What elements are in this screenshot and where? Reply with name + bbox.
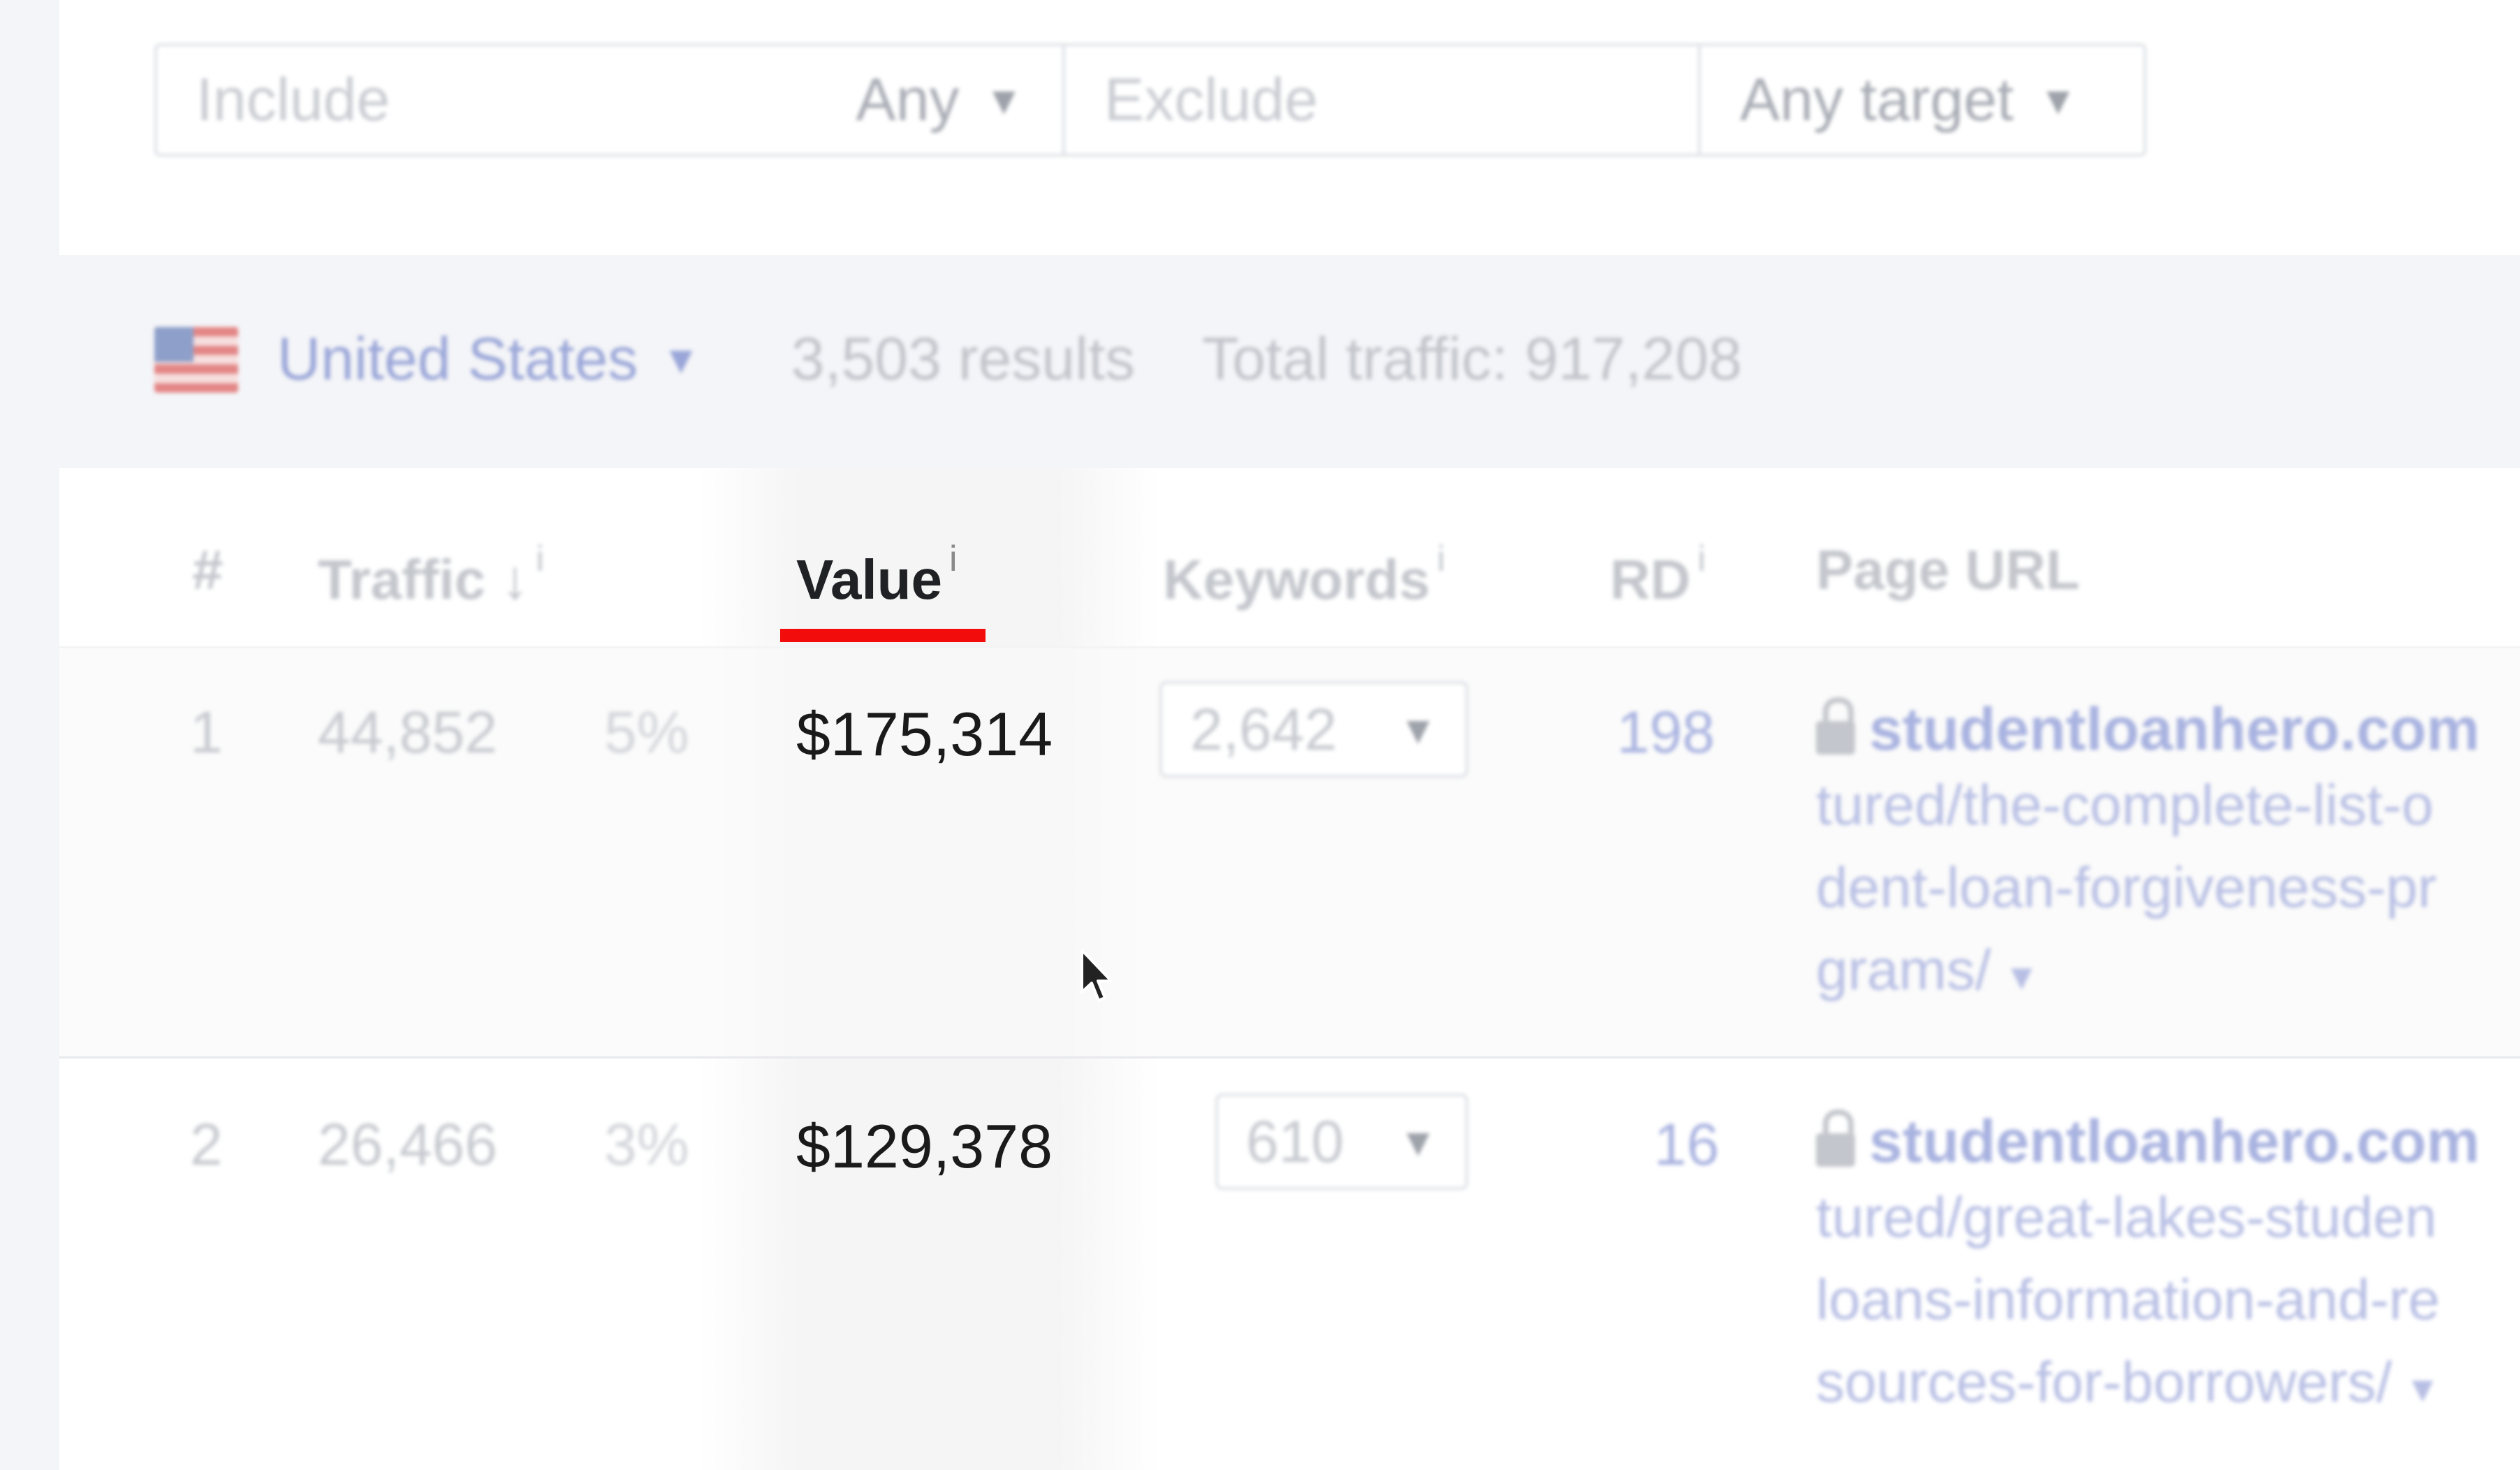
keywords-count: 2,642 bbox=[1190, 696, 1338, 762]
include-mode-label: Any bbox=[856, 66, 960, 133]
row-referring-domains[interactable]: 198 bbox=[1617, 699, 1715, 766]
url-path-line: grams/ bbox=[1816, 938, 1991, 1002]
left-sidebar-strip bbox=[0, 0, 59, 1470]
keywords-count: 610 bbox=[1246, 1108, 1345, 1174]
row-page-url: studentloanhero.com tured/great-lakes-st… bbox=[1816, 1107, 2520, 1431]
row-value: $129,378 bbox=[796, 1112, 1053, 1181]
chevron-down-icon: ▼ bbox=[661, 337, 701, 381]
us-flag-icon bbox=[154, 326, 238, 393]
url-path-last[interactable]: grams/ ▼ bbox=[1816, 929, 2520, 1019]
url-path-line[interactable]: dent-loan-forgiveness-pr bbox=[1816, 847, 2520, 929]
country-dropdown[interactable]: United States ▼ bbox=[277, 325, 701, 394]
filter-bar: Include Any ▼ Exclude Any target ▼ bbox=[154, 43, 2146, 157]
row-traffic: 44,852 bbox=[318, 699, 497, 765]
header-rd[interactable]: RD i bbox=[1610, 538, 1706, 612]
url-path-line[interactable]: loans-information-and-re bbox=[1816, 1259, 2520, 1341]
url-domain: studentloanhero.com bbox=[1869, 696, 2480, 763]
chevron-down-icon: ▼ bbox=[1398, 1119, 1437, 1164]
url-path-last[interactable]: sources-for-borrowers/ ▼ bbox=[1816, 1341, 2520, 1431]
header-traffic[interactable]: Traffic ↓ i bbox=[318, 538, 544, 612]
row-number: 2 bbox=[190, 1112, 223, 1177]
url-domain: studentloanhero.com bbox=[1869, 1108, 2480, 1175]
info-icon[interactable]: i bbox=[536, 539, 544, 579]
url-path-line[interactable]: tured/great-lakes-studen bbox=[1816, 1177, 2520, 1259]
header-rd-label: RD bbox=[1610, 548, 1691, 611]
info-icon[interactable]: i bbox=[1698, 539, 1706, 579]
table-header: # Traffic ↓ i Value i Keywords i RD i Page U… bbox=[59, 468, 2520, 648]
chevron-down-icon[interactable]: ▼ bbox=[2004, 957, 2039, 998]
include-placeholder: Include bbox=[196, 66, 390, 133]
lock-icon bbox=[1816, 697, 1855, 755]
header-value-label: Value bbox=[796, 548, 943, 611]
target-label: Any target bbox=[1740, 66, 2014, 133]
target-dropdown[interactable]: Any target ▼ bbox=[1701, 46, 2144, 154]
header-keywords-label: Keywords bbox=[1163, 548, 1430, 611]
header-page-url[interactable]: Page URL bbox=[1816, 538, 2080, 602]
results-summary-bar: United States ▼ 3,503 results Total traf… bbox=[59, 255, 2520, 468]
exclude-field[interactable]: Exclude bbox=[1065, 46, 1701, 154]
results-count: 3,503 results bbox=[791, 326, 1136, 393]
include-field[interactable]: Include Any ▼ bbox=[157, 46, 1065, 154]
row-referring-domains[interactable]: 16 bbox=[1654, 1111, 1719, 1179]
url-domain-link[interactable]: studentloanhero.com bbox=[1816, 1107, 2520, 1177]
keywords-dropdown[interactable]: 610 ▼ bbox=[1215, 1093, 1468, 1190]
header-number: # bbox=[192, 539, 224, 601]
keywords-dropdown[interactable]: 2,642 ▼ bbox=[1159, 681, 1468, 778]
table-row: 2 26,466 3% $129,378 610 ▼ 16 studentloa… bbox=[59, 1058, 2520, 1470]
active-sort-underline bbox=[780, 629, 986, 642]
chevron-down-icon: ▼ bbox=[984, 78, 1023, 122]
url-domain-link[interactable]: studentloanhero.com bbox=[1816, 695, 2520, 764]
table-row: 1 44,852 5% $175,314 2,642 ▼ 198 student… bbox=[59, 646, 2520, 1058]
row-traffic: 26,466 bbox=[318, 1112, 497, 1177]
chevron-down-icon: ▼ bbox=[1398, 707, 1437, 752]
exclude-placeholder: Exclude bbox=[1104, 66, 1318, 133]
row-traffic-percent: 3% bbox=[604, 1112, 689, 1177]
include-mode-dropdown[interactable]: Any ▼ bbox=[856, 66, 1023, 135]
header-traffic-label: Traffic ↓ bbox=[318, 548, 529, 611]
info-icon[interactable]: i bbox=[1437, 539, 1445, 579]
info-icon[interactable]: i bbox=[949, 539, 958, 579]
chevron-down-icon: ▼ bbox=[2039, 78, 2078, 122]
country-label: United States bbox=[277, 326, 638, 393]
url-path-line: sources-for-borrowers/ bbox=[1816, 1351, 2392, 1414]
lock-icon bbox=[1816, 1109, 1855, 1167]
row-value: $175,314 bbox=[796, 699, 1053, 769]
mouse-cursor-icon bbox=[1080, 949, 1113, 1002]
row-page-url: studentloanhero.com tured/the-complete-l… bbox=[1816, 695, 2520, 1019]
row-number: 1 bbox=[190, 699, 223, 765]
header-value[interactable]: Value i bbox=[796, 538, 958, 612]
chevron-down-icon[interactable]: ▼ bbox=[2405, 1369, 2440, 1410]
url-path-line[interactable]: tured/the-complete-list-o bbox=[1816, 764, 2520, 847]
row-traffic-percent: 5% bbox=[604, 699, 689, 765]
header-keywords[interactable]: Keywords i bbox=[1163, 538, 1445, 612]
total-traffic: Total traffic: 917,208 bbox=[1202, 326, 1743, 393]
